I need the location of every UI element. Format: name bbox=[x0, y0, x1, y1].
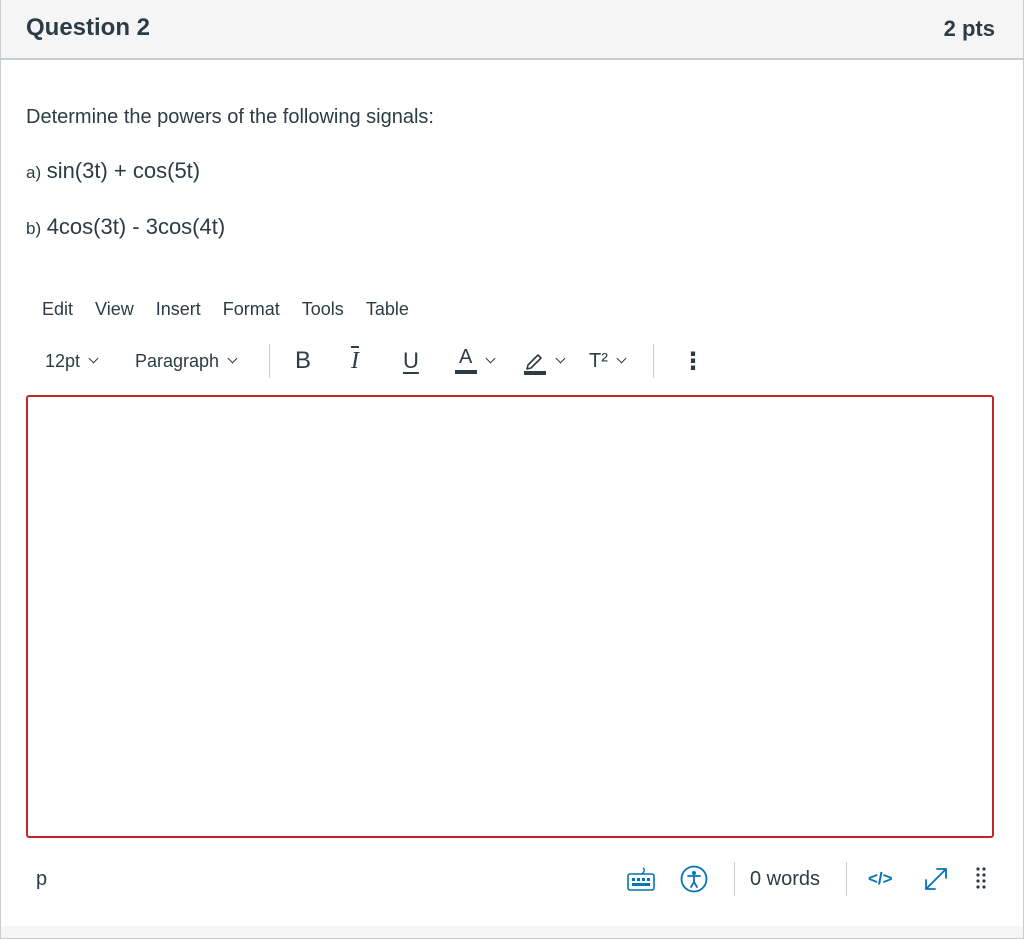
question-points: 2 pts bbox=[943, 16, 995, 41]
highlight-color-button[interactable] bbox=[523, 340, 566, 382]
rich-text-editor[interactable] bbox=[26, 395, 994, 838]
status-divider bbox=[846, 862, 847, 896]
color-swatch bbox=[455, 370, 477, 374]
keyboard-icon bbox=[627, 867, 655, 891]
chevron-down-icon bbox=[88, 353, 99, 364]
chevron-down-icon bbox=[616, 353, 627, 364]
card-footer-strip bbox=[1, 926, 1023, 938]
question-part-a: a) sin(3t) + cos(5t) bbox=[26, 158, 200, 184]
highlighter-icon bbox=[524, 354, 546, 375]
fullscreen-button[interactable] bbox=[922, 856, 950, 902]
editor-toolbar: 12pt Paragraph B I U A T² ⋮ bbox=[33, 340, 713, 382]
chevron-down-icon bbox=[485, 353, 496, 364]
word-count[interactable]: 0 words bbox=[750, 856, 820, 902]
superscript-icon: T² bbox=[589, 349, 608, 372]
superscript-button[interactable]: T² bbox=[589, 340, 627, 382]
html-editor-button[interactable]: </> bbox=[868, 856, 893, 902]
underline-button[interactable]: U bbox=[403, 340, 419, 382]
menu-insert[interactable]: Insert bbox=[145, 296, 212, 322]
chevron-down-icon bbox=[227, 353, 238, 364]
question-prompt: Determine the powers of the following si… bbox=[26, 106, 434, 128]
code-icon: </> bbox=[868, 869, 893, 888]
font-size-dropdown[interactable]: 12pt bbox=[45, 340, 99, 382]
question-part-b: b) 4cos(3t) - 3cos(4t) bbox=[26, 214, 225, 240]
status-divider bbox=[734, 862, 735, 896]
toolbar-divider bbox=[269, 344, 270, 378]
accessibility-icon bbox=[680, 865, 708, 893]
bold-button[interactable]: B bbox=[295, 340, 311, 382]
part-prefix: a) bbox=[26, 163, 42, 182]
font-size-value: 12pt bbox=[45, 350, 81, 371]
toolbar-divider bbox=[653, 344, 654, 378]
more-vertical-icon: ⋮ bbox=[681, 347, 705, 375]
question-card: Question 2 2 pts Determine the powers of… bbox=[0, 0, 1024, 939]
question-header: Question 2 2 pts bbox=[1, 0, 1023, 60]
part-formula: sin(3t) + cos(5t) bbox=[46, 158, 201, 183]
keyboard-shortcuts-button[interactable] bbox=[626, 856, 656, 902]
bold-icon: B bbox=[295, 347, 312, 374]
menu-format[interactable]: Format bbox=[212, 296, 291, 322]
menu-view[interactable]: View bbox=[84, 296, 145, 322]
underline-icon: U bbox=[403, 348, 419, 373]
expand-icon bbox=[925, 868, 947, 890]
part-formula: 4cos(3t) - 3cos(4t) bbox=[46, 214, 226, 239]
more-tools-button[interactable]: ⋮ bbox=[681, 340, 705, 382]
menu-edit[interactable]: Edit bbox=[31, 296, 84, 322]
resize-handle[interactable] bbox=[974, 856, 988, 902]
italic-icon: I bbox=[351, 347, 359, 374]
text-color-letter: A bbox=[459, 346, 473, 368]
text-color-button[interactable]: A bbox=[455, 340, 496, 382]
block-format-value: Paragraph bbox=[135, 350, 220, 371]
italic-button[interactable]: I bbox=[351, 340, 359, 382]
drag-handle-icon bbox=[976, 867, 986, 889]
accessibility-checker-button[interactable] bbox=[680, 856, 708, 902]
element-path[interactable]: p bbox=[36, 856, 47, 902]
text-color-icon: A bbox=[455, 346, 477, 376]
menu-table[interactable]: Table bbox=[355, 296, 420, 322]
question-title: Question 2 bbox=[26, 14, 151, 41]
chevron-down-icon bbox=[555, 353, 566, 364]
menu-tools[interactable]: Tools bbox=[291, 296, 355, 322]
block-format-dropdown[interactable]: Paragraph bbox=[135, 340, 238, 382]
part-prefix: b) bbox=[26, 219, 42, 238]
editor-menubar: Edit View Insert Format Tools Table bbox=[31, 296, 420, 322]
editor-statusbar: p 0 words </> bbox=[26, 856, 994, 902]
